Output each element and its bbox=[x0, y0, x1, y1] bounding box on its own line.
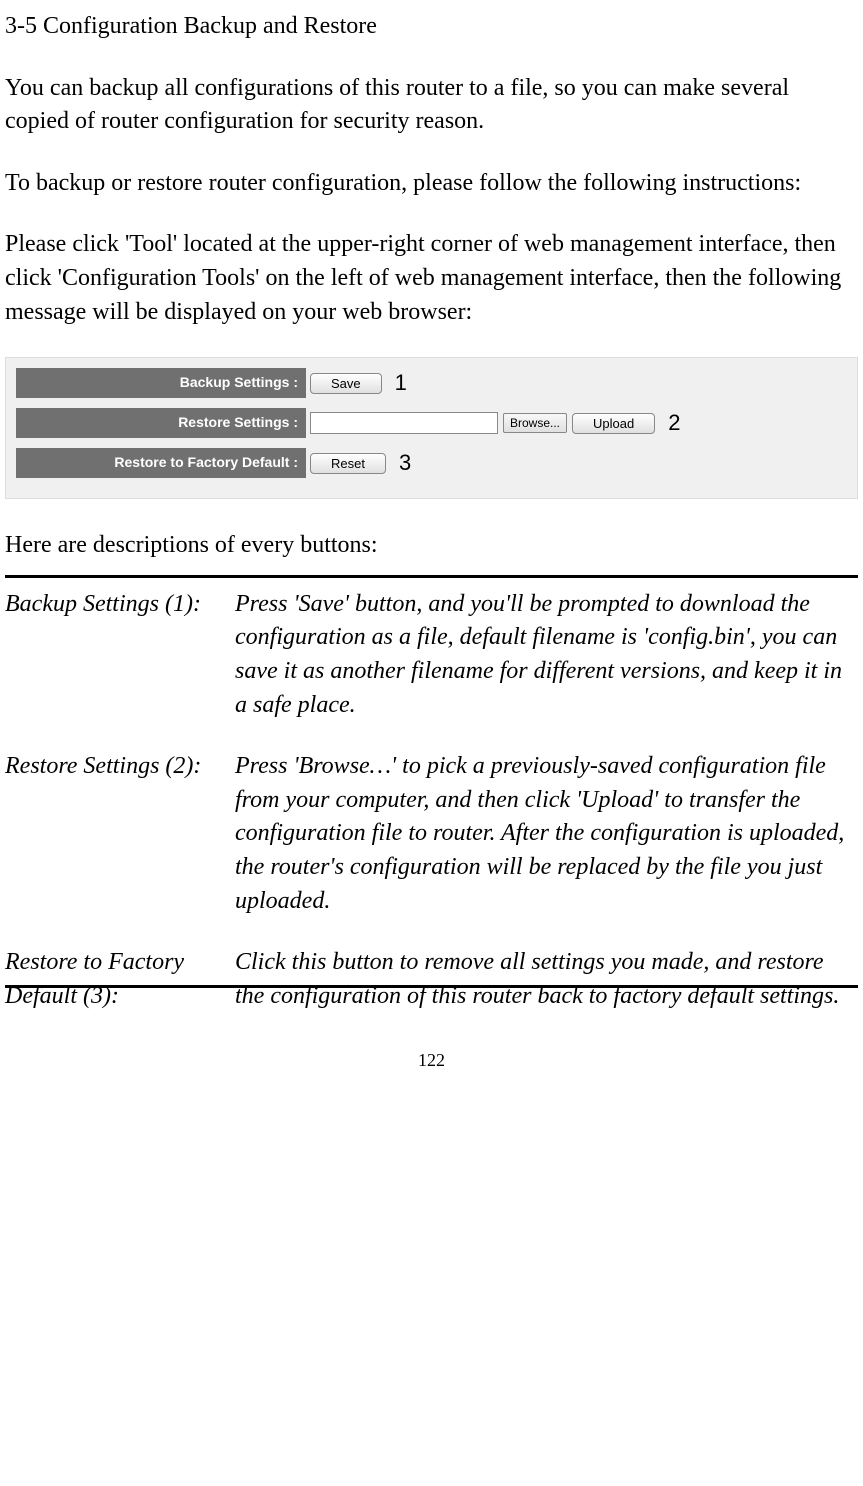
callout-3: 3 bbox=[399, 448, 411, 479]
backup-settings-controls: Save 1 bbox=[306, 368, 407, 399]
browse-button[interactable]: Browse... bbox=[503, 413, 567, 433]
desc-label-backup: Backup Settings (1): bbox=[5, 588, 235, 750]
factory-default-controls: Reset 3 bbox=[306, 448, 411, 479]
divider-top bbox=[5, 575, 858, 578]
router-ui-screenshot: Backup Settings : Save 1 Restore Setting… bbox=[5, 357, 858, 499]
backup-settings-label: Backup Settings : bbox=[16, 368, 306, 398]
page-number: 122 bbox=[5, 1048, 858, 1073]
upload-button[interactable]: Upload bbox=[572, 413, 655, 434]
restore-settings-label: Restore Settings : bbox=[16, 408, 306, 438]
desc-row-factory: Restore to Factory Default (3): Click th… bbox=[5, 946, 858, 1013]
desc-value-backup: Press 'Save' button, and you'll be promp… bbox=[235, 588, 858, 750]
callout-1: 1 bbox=[395, 368, 407, 399]
desc-value-factory: Click this button to remove all settings… bbox=[235, 946, 858, 1013]
callout-2: 2 bbox=[668, 408, 680, 439]
factory-default-label: Restore to Factory Default : bbox=[16, 448, 306, 478]
desc-label-restore: Restore Settings (2): bbox=[5, 750, 235, 946]
restore-settings-controls: Browse... Upload 2 bbox=[306, 408, 680, 439]
descriptions-intro: Here are descriptions of every buttons: bbox=[5, 529, 858, 563]
desc-label-factory: Restore to Factory Default (3): bbox=[5, 946, 235, 1013]
descriptions-table: Backup Settings (1): Press 'Save' button… bbox=[5, 588, 858, 1014]
intro-paragraph-2: To backup or restore router configuratio… bbox=[5, 167, 858, 201]
section-title: 3-5 Configuration Backup and Restore bbox=[5, 10, 858, 44]
restore-file-input[interactable] bbox=[310, 412, 498, 434]
intro-paragraph-3: Please click 'Tool' located at the upper… bbox=[5, 228, 858, 329]
desc-row-backup: Backup Settings (1): Press 'Save' button… bbox=[5, 588, 858, 750]
save-button[interactable]: Save bbox=[310, 373, 382, 394]
restore-settings-row: Restore Settings : Browse... Upload 2 bbox=[16, 408, 847, 438]
desc-value-restore: Press 'Browse…' to pick a previously-sav… bbox=[235, 750, 858, 946]
desc-row-restore: Restore Settings (2): Press 'Browse…' to… bbox=[5, 750, 858, 946]
reset-button[interactable]: Reset bbox=[310, 453, 386, 474]
intro-paragraph-1: You can backup all configurations of thi… bbox=[5, 72, 858, 139]
factory-default-row: Restore to Factory Default : Reset 3 bbox=[16, 448, 847, 478]
backup-settings-row: Backup Settings : Save 1 bbox=[16, 368, 847, 398]
